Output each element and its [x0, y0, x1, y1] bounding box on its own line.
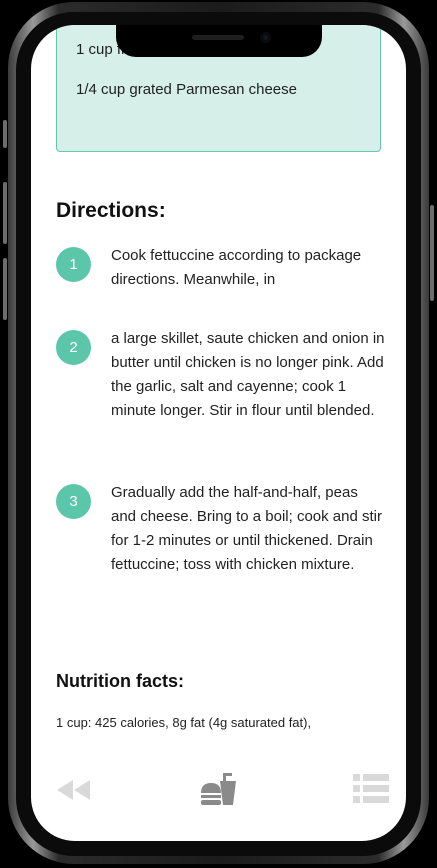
device-stage: 1 cup frozen peas 1/4 cup grated Parmesa…: [0, 0, 437, 868]
step-number-badge: 3: [56, 484, 91, 519]
step-text: a large skillet, saute chicken and onion…: [111, 330, 385, 419]
front-camera: [260, 32, 271, 43]
volume-up-button: [3, 182, 7, 244]
step-number-badge: 2: [56, 330, 91, 365]
volume-down-button: [3, 258, 7, 320]
nutrition-title: Nutrition facts:: [56, 671, 184, 691]
rewind-icon[interactable]: [55, 777, 93, 803]
mute-switch: [3, 120, 7, 148]
power-button: [430, 205, 434, 301]
app-screen: 1 cup frozen peas 1/4 cup grated Parmesa…: [31, 25, 406, 841]
directions-title: Directions:: [56, 199, 166, 222]
nutrition-text: 1 cup: 425 calories, 8g fat (4g saturate…: [56, 715, 312, 730]
ingredient-item: 1/4 cup grated Parmesan cheese: [76, 81, 297, 98]
speaker-grille: [192, 35, 244, 40]
list-icon[interactable]: [353, 773, 389, 805]
step-number-badge: 1: [56, 247, 91, 282]
step-text: Gradually add the half-and-half, peas an…: [111, 484, 382, 573]
food-tray-icon[interactable]: [199, 771, 239, 809]
step-text: Cook fettuccine according to package dir…: [111, 247, 362, 288]
notch: [116, 25, 322, 57]
